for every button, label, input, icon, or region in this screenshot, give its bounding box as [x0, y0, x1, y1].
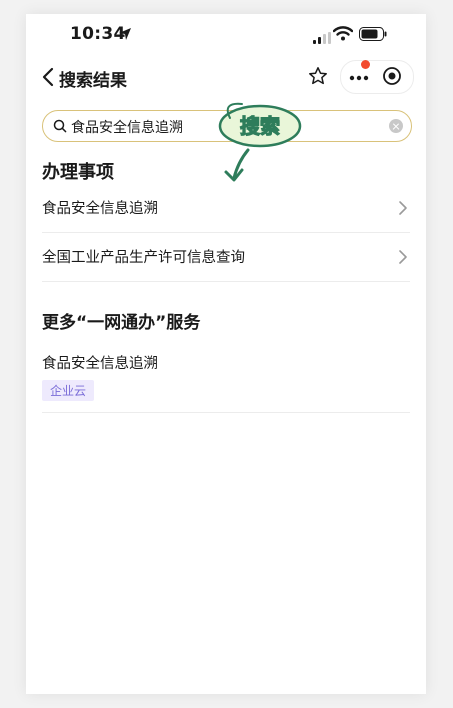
chevron-right-icon	[398, 200, 408, 220]
list-item[interactable]: 全国工业产品生产许可信息查询	[42, 233, 410, 281]
list-item-label: 全国工业产品生产许可信息查询	[42, 250, 245, 266]
battery-icon	[359, 26, 387, 45]
wifi-icon	[332, 26, 354, 45]
close-target-icon[interactable]	[382, 66, 402, 90]
phone-screen: 10:34 搜索结果 食品安全信息追溯 搜索 办理事项 食品安全信息追溯 全国工…	[26, 14, 426, 694]
chevron-right-icon	[398, 249, 408, 269]
more-options-icon[interactable]	[348, 68, 370, 84]
search-icon	[53, 118, 67, 137]
search-query-text: 食品安全信息追溯	[71, 120, 183, 136]
location-arrow-icon	[118, 26, 132, 45]
page-title: 搜索结果	[59, 71, 127, 91]
notification-dot	[361, 60, 370, 69]
divider	[42, 281, 410, 282]
divider	[42, 412, 410, 413]
navigation-bar: 搜索结果	[26, 60, 426, 94]
status-bar: 10:34	[26, 14, 426, 52]
cellular-signal-icon	[313, 29, 331, 48]
search-sticker-annotation: 搜索	[212, 98, 312, 192]
service-item-title[interactable]: 食品安全信息追溯	[42, 352, 158, 373]
sticker-text: 搜索	[240, 114, 280, 138]
clear-input-icon[interactable]	[389, 119, 403, 133]
section-heading-items: 办理事项	[42, 162, 114, 183]
back-arrow-icon[interactable]	[40, 66, 58, 88]
service-source-tag: 企业云	[42, 380, 95, 401]
list-item[interactable]: 食品安全信息追溯	[42, 184, 410, 232]
favorite-star-icon[interactable]	[308, 66, 328, 90]
section-heading-services: 更多“一网通办”服务	[42, 313, 201, 333]
list-item-label: 食品安全信息追溯	[42, 201, 158, 217]
